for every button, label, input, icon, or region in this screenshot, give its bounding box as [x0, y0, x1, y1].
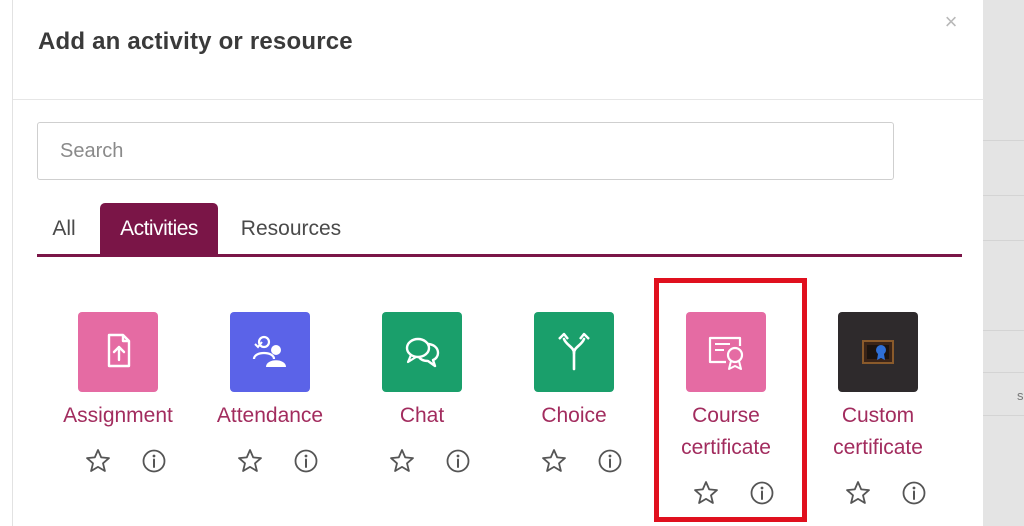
- custom-certificate-icon: [862, 340, 894, 364]
- tab-activities[interactable]: Activities: [100, 203, 218, 254]
- background-divider: [983, 330, 1024, 331]
- info-icon[interactable]: [445, 448, 471, 474]
- activity-name-line: Assignment: [63, 404, 173, 427]
- activity-name-line: Choice: [541, 404, 607, 427]
- activity-name-line: Custom: [841, 404, 915, 427]
- activity-actions: [43, 448, 193, 478]
- modal-title: Add an activity or resource: [38, 28, 353, 55]
- activity-name-line: Chat: [399, 404, 445, 427]
- attendance-icon-box[interactable]: [230, 312, 310, 392]
- info-icon[interactable]: [597, 448, 623, 474]
- background-divider: [983, 372, 1024, 373]
- choice-icon-box[interactable]: [534, 312, 614, 392]
- background-divider: [983, 195, 1024, 196]
- activity-actions: [803, 480, 953, 510]
- activity-actions: [499, 448, 649, 478]
- search-input[interactable]: [37, 122, 894, 180]
- activity-actions: [347, 448, 497, 478]
- activity-name[interactable]: Attendance: [195, 400, 345, 432]
- assignment-icon: [107, 333, 131, 368]
- info-icon[interactable]: [293, 448, 319, 474]
- tab-resources[interactable]: Resources: [232, 203, 350, 254]
- background-divider: [983, 415, 1024, 416]
- add-activity-modal: Add an activity or resource × All Activi…: [12, 0, 984, 526]
- assignment-icon-box[interactable]: [78, 312, 158, 392]
- chat-icon: [405, 337, 440, 368]
- background-left-edge: [0, 0, 12, 526]
- tab-all[interactable]: All: [43, 203, 85, 254]
- star-icon[interactable]: [85, 448, 111, 474]
- tab-bar: All Activities Resources: [37, 203, 962, 257]
- attendance-icon: [252, 335, 286, 367]
- info-icon[interactable]: [901, 480, 927, 506]
- star-icon[interactable]: [541, 448, 567, 474]
- background-divider: [983, 240, 1024, 241]
- activity-actions: [195, 448, 345, 478]
- activity-name-line: certificate: [833, 436, 923, 459]
- activity-name-line: Attendance: [216, 404, 324, 427]
- custom-certificate-icon-box[interactable]: [838, 312, 918, 392]
- activity-name[interactable]: Custom certificate: [803, 400, 953, 464]
- activity-name[interactable]: Assignment: [43, 400, 193, 432]
- chat-icon-box[interactable]: [382, 312, 462, 392]
- info-icon[interactable]: [141, 448, 167, 474]
- choice-icon: [558, 332, 590, 371]
- background-page: s: [983, 0, 1024, 526]
- star-icon[interactable]: [237, 448, 263, 474]
- background-text-fragment: s: [1017, 388, 1024, 403]
- activity-name[interactable]: Choice: [499, 400, 649, 432]
- close-button[interactable]: ×: [941, 10, 961, 34]
- star-icon[interactable]: [845, 480, 871, 506]
- star-icon[interactable]: [389, 448, 415, 474]
- activity-name[interactable]: Chat: [347, 400, 497, 432]
- background-divider: [983, 140, 1024, 141]
- modal-header: Add an activity or resource ×: [13, 0, 984, 100]
- highlight-box: [654, 278, 807, 522]
